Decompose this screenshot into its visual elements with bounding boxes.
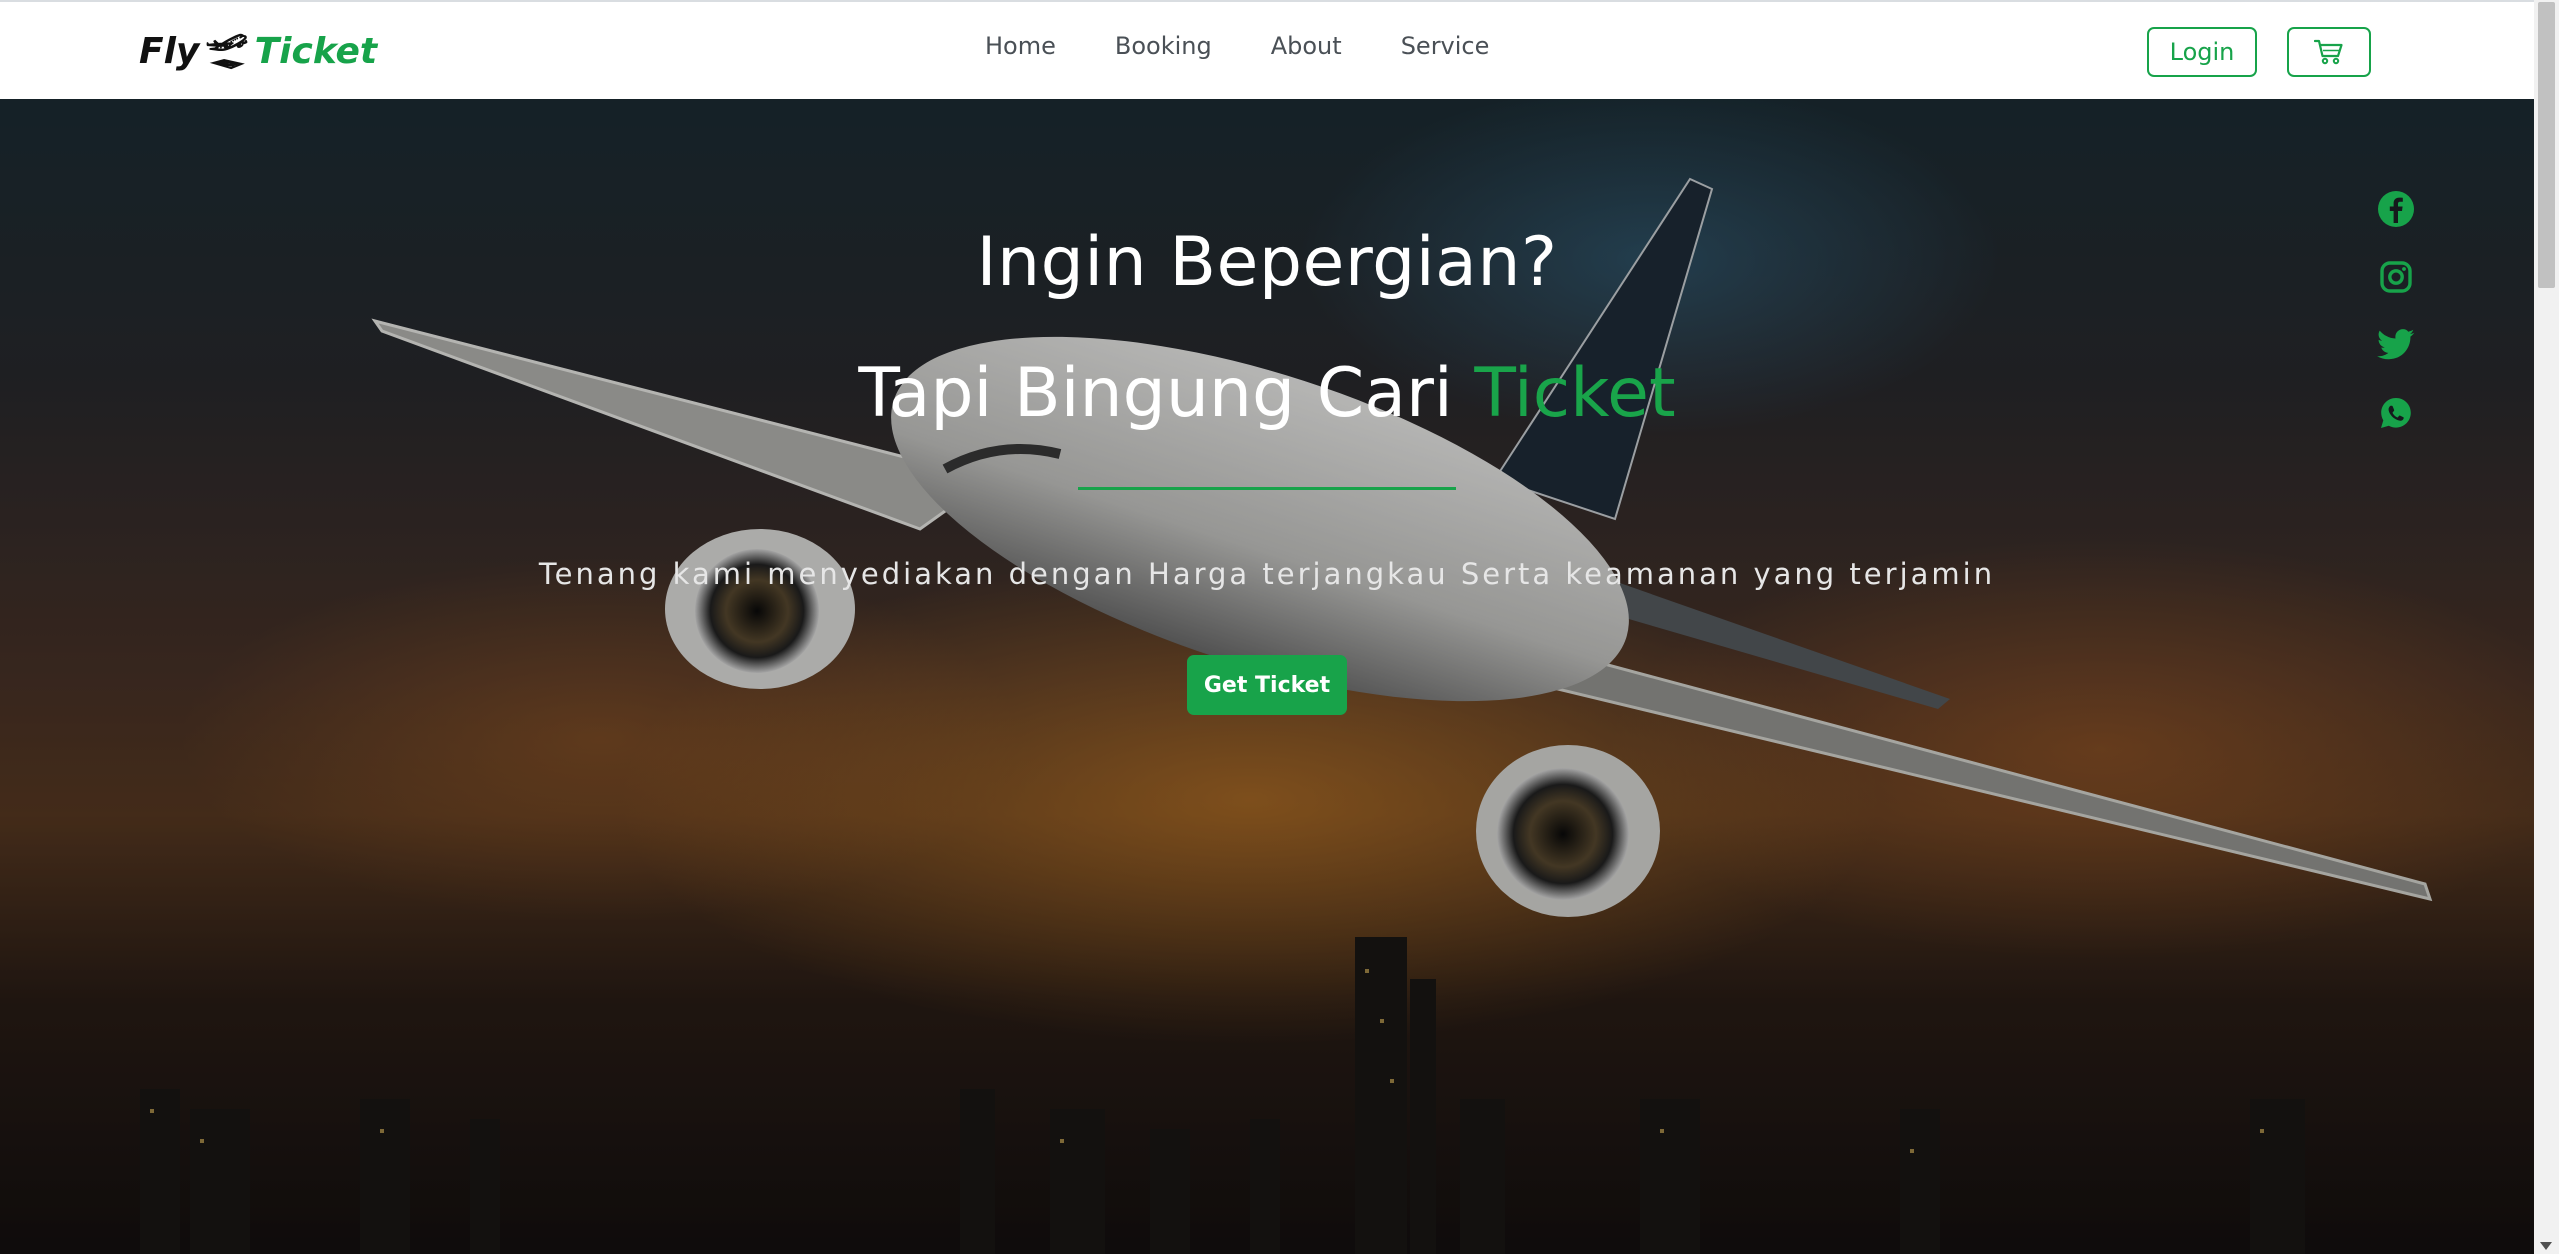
- cart-icon: [2314, 39, 2343, 65]
- plane-departure-icon: 🛫︎: [205, 32, 249, 72]
- twitter-icon: [2377, 329, 2415, 360]
- page-scrollbar[interactable]: [2534, 0, 2559, 1254]
- hero-title-line1: Ingin Bepergian?: [976, 223, 1558, 302]
- nav-about[interactable]: About: [1271, 30, 1342, 62]
- nav-booking[interactable]: Booking: [1115, 30, 1212, 62]
- whatsapp-icon: [2381, 398, 2411, 428]
- brand-part2: Ticket: [254, 31, 378, 72]
- cart-button[interactable]: [2287, 27, 2371, 77]
- hero-title-line2: Tapi Bingung Cari Ticket: [0, 353, 2534, 435]
- nav-links: Home Booking About Service: [985, 30, 1548, 62]
- nav-home[interactable]: Home: [985, 30, 1056, 62]
- hero-divider: [1078, 487, 1456, 490]
- social-links: [2376, 189, 2416, 461]
- hero-title-accent: Ticket: [1474, 354, 1676, 433]
- twitter-link[interactable]: [2376, 325, 2416, 365]
- page: Fly 🛫︎ Ticket Home Booking About Service L…: [0, 0, 2559, 1254]
- instagram-icon: [2380, 261, 2412, 293]
- hero-subtitle: Tenang kami menyediakan dengan Harga ter…: [538, 557, 1996, 591]
- hero-section: Ingin Bepergian? Tapi Bingung Cari Ticke…: [0, 99, 2534, 1254]
- brand-logo[interactable]: Fly 🛫︎ Ticket: [139, 29, 377, 75]
- brand-part1: Fly: [139, 31, 200, 72]
- facebook-link[interactable]: [2376, 189, 2416, 229]
- login-button[interactable]: Login: [2147, 27, 2257, 77]
- get-ticket-button[interactable]: Get Ticket: [1187, 655, 1347, 715]
- scroll-down-arrow-icon[interactable]: [2540, 1242, 2552, 1250]
- navbar: Fly 🛫︎ Ticket Home Booking About Service L…: [0, 0, 2534, 99]
- facebook-icon: [2378, 191, 2414, 227]
- instagram-link[interactable]: [2376, 257, 2416, 297]
- nav-service[interactable]: Service: [1401, 30, 1490, 62]
- whatsapp-link[interactable]: [2376, 393, 2416, 433]
- scrollbar-thumb[interactable]: [2538, 2, 2555, 288]
- hero-title-prefix: Tapi Bingung Cari: [858, 354, 1475, 433]
